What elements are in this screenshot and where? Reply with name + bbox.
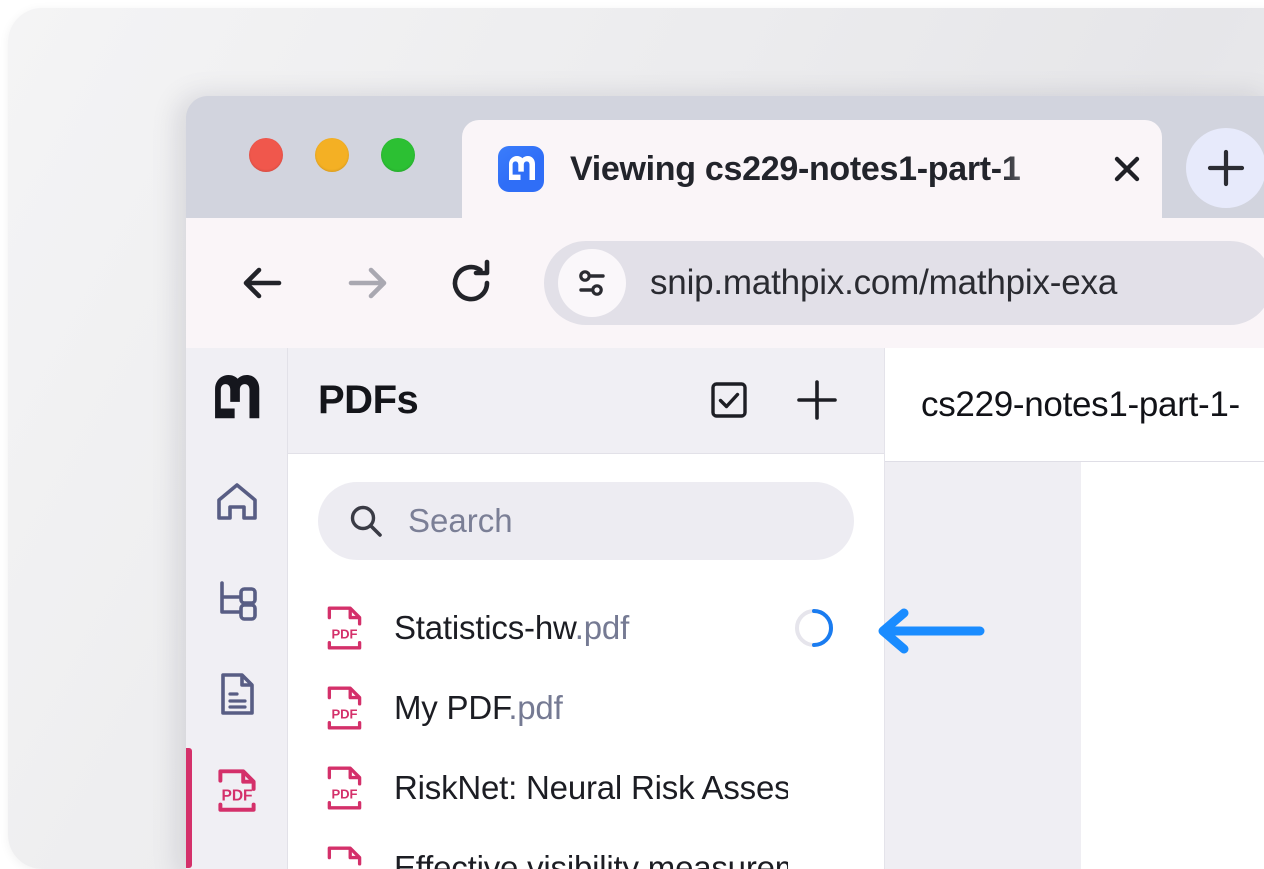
- screenshot-stage: Viewing cs229-notes1-part-1 snip.mathpix…: [0, 0, 1264, 869]
- reload-button[interactable]: [434, 246, 508, 320]
- plus-icon: [1207, 149, 1245, 187]
- document-body: [885, 462, 1264, 869]
- browser-toolbar: snip.mathpix.com/mathpix-exa: [186, 218, 1264, 348]
- browser-window: Viewing cs229-notes1-part-1 snip.mathpix…: [186, 96, 1264, 869]
- pdf-file-name: Statistics-hw.pdf: [394, 609, 788, 647]
- checkbox-checked-icon: [711, 382, 747, 419]
- sidebar-item-pdfs[interactable]: PDF: [186, 740, 288, 840]
- browser-tab-title: Viewing cs229-notes1-part-1: [570, 150, 1021, 188]
- mathpix-logo-icon: [215, 375, 260, 419]
- browser-tab-active[interactable]: Viewing cs229-notes1-part-1: [462, 120, 1162, 218]
- pdf-file-basename: My PDF: [394, 688, 509, 726]
- pdf-file-basename: Effective visibility measurements: [394, 848, 788, 869]
- select-all-checkbox[interactable]: [702, 373, 756, 427]
- reload-icon: [452, 259, 490, 302]
- pdf-panel-body: PDF Statistics-hw.pdf: [288, 454, 884, 869]
- tune-icon: [579, 270, 605, 296]
- window-zoom-button[interactable]: [381, 138, 415, 172]
- svg-text:PDF: PDF: [331, 626, 357, 641]
- pdf-file-icon: PDF: [218, 769, 256, 812]
- browser-tab-title-wrap: Viewing cs229-notes1-part-1: [570, 141, 1090, 197]
- app-sidebar-rail: PDF: [186, 348, 288, 869]
- plus-icon: [797, 380, 837, 421]
- add-pdf-button[interactable]: [790, 373, 844, 427]
- panel-title: PDFs: [318, 377, 419, 422]
- pdf-file-basename: RiskNet: Neural Risk Assess...: [394, 768, 788, 806]
- browser-tab-strip: Viewing cs229-notes1-part-1: [186, 96, 1264, 218]
- pdf-list-item[interactable]: PDF Effective visibility measurements: [318, 828, 854, 869]
- pdf-file-name: RiskNet: Neural Risk Assess...: [394, 769, 788, 807]
- site-settings-button[interactable]: [558, 249, 626, 317]
- new-tab-button[interactable]: [1186, 128, 1264, 208]
- document-title: cs229-notes1-part-1-: [921, 384, 1240, 424]
- search-box[interactable]: [318, 481, 854, 560]
- svg-text:PDF: PDF: [331, 706, 357, 721]
- tab-close-icon[interactable]: [1104, 146, 1150, 192]
- sidebar-item-mathpix-logo[interactable]: [186, 348, 288, 448]
- document-page-pane[interactable]: [1081, 462, 1264, 869]
- back-button[interactable]: [226, 246, 300, 320]
- sidebar-item-workspace[interactable]: [186, 548, 288, 648]
- pdf-list-item[interactable]: PDF My PDF.pdf: [318, 668, 854, 748]
- arrow-left-icon: [243, 267, 282, 299]
- search-icon: [350, 505, 382, 537]
- arrow-right-icon: [348, 267, 387, 299]
- mathpix-favicon-icon: [498, 146, 544, 192]
- sidebar-item-documents[interactable]: [186, 644, 288, 744]
- forward-button[interactable]: [330, 246, 404, 320]
- window-minimize-button[interactable]: [315, 138, 349, 172]
- document-icon: [221, 673, 254, 715]
- pdf-file-basename: Statistics-hw: [394, 608, 575, 646]
- svg-text:PDF: PDF: [221, 787, 252, 804]
- pdf-panel-header: PDFs: [288, 348, 884, 454]
- pdf-file-status: [788, 606, 840, 650]
- address-bar[interactable]: snip.mathpix.com/mathpix-exa: [544, 241, 1264, 325]
- pdf-list-panel: PDFs Search PDF Statistics-hw.pdf PDF My…: [288, 348, 885, 869]
- pdf-file-name: Effective visibility measurements: [394, 849, 788, 869]
- loading-spinner-icon: [795, 608, 833, 647]
- document-header: cs229-notes1-part-1-: [885, 348, 1264, 462]
- pdf-file-icon: PDF: [327, 606, 362, 650]
- pdf-file-name: My PDF.pdf: [394, 689, 788, 727]
- document-content-area: cs229-notes1-part-1-: [885, 348, 1264, 869]
- pdf-file-icon: PDF: [327, 686, 362, 730]
- pdf-file-extension: .pdf: [574, 608, 630, 646]
- window-close-button[interactable]: [249, 138, 283, 172]
- search-input[interactable]: [408, 501, 838, 540]
- page-viewport: PDF PDFs Search PDF Statistics-hw.pdf PD…: [186, 348, 1264, 869]
- pdf-list-item[interactable]: PDF RiskNet: Neural Risk Assess...: [318, 748, 854, 828]
- window-traffic-lights: [249, 138, 415, 172]
- document-thumbnail-pane[interactable]: [885, 462, 1081, 869]
- address-bar-url: snip.mathpix.com/mathpix-exa: [650, 263, 1118, 302]
- pdf-list-item[interactable]: PDF Statistics-hw.pdf: [318, 588, 854, 668]
- tree-structure-icon: [220, 581, 257, 621]
- pdf-file-extension: .pdf: [508, 688, 563, 726]
- svg-text:PDF: PDF: [331, 786, 357, 801]
- pdf-file-icon: PDF: [327, 766, 362, 810]
- home-icon: [217, 483, 257, 520]
- sidebar-item-home[interactable]: [186, 452, 288, 552]
- pdf-file-icon: PDF: [327, 846, 362, 869]
